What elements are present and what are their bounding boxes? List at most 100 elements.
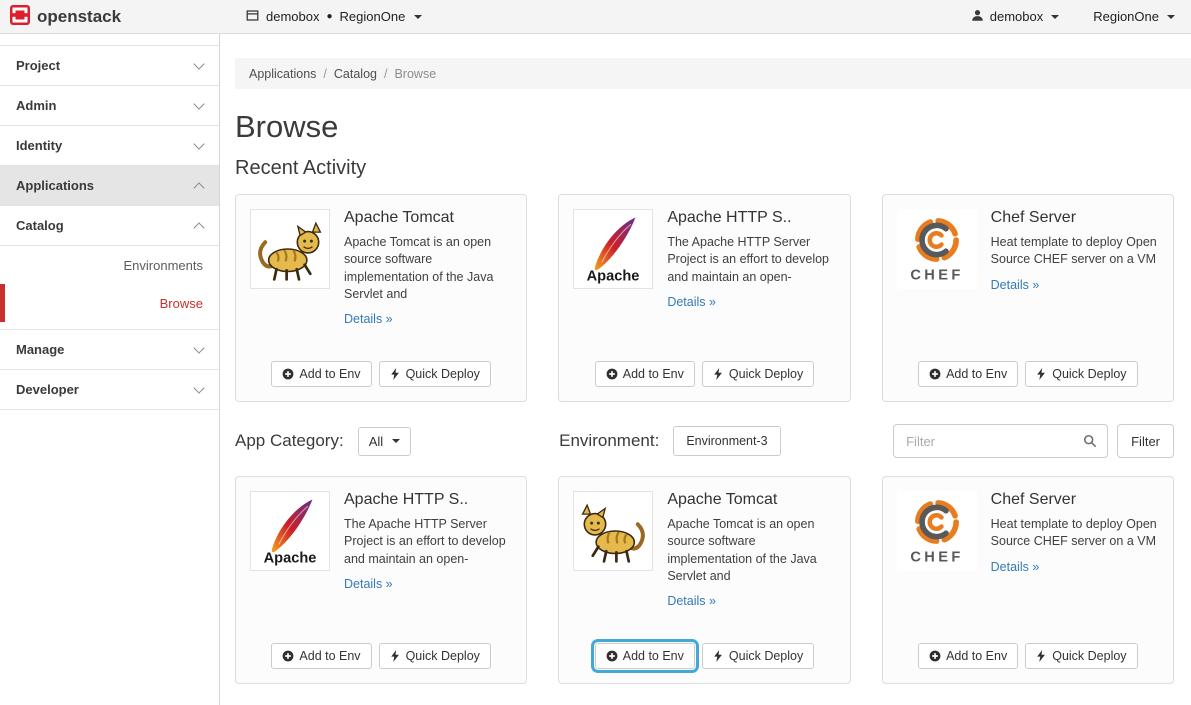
recent-activity-cards: Apache Tomcat Apache Tomcat is an open s…	[235, 194, 1174, 402]
filter-button[interactable]: Filter	[1117, 424, 1174, 458]
breadcrumb-separator: /	[323, 67, 326, 81]
add-to-env-button[interactable]: Add to Env	[595, 361, 695, 387]
app-title: Apache HTTP S..	[344, 491, 512, 509]
sidebar-item-developer[interactable]: Developer	[0, 370, 219, 410]
openstack-logo-icon	[10, 5, 30, 28]
brand-wordmark: openstack	[37, 7, 121, 27]
flash-icon	[390, 368, 401, 380]
app-card: Apache Tomcat Apache Tomcat is an open s…	[235, 194, 527, 402]
caret-down-icon	[1051, 15, 1059, 19]
filter-input[interactable]	[893, 424, 1108, 458]
environment-button[interactable]: Environment-3	[673, 426, 780, 456]
chevron-up-icon	[193, 222, 204, 233]
sidebar-item-label: Identity	[16, 138, 62, 153]
app-title: Apache Tomcat	[344, 209, 512, 227]
app-title: Apache Tomcat	[667, 491, 835, 509]
add-to-env-label: Add to Env	[299, 367, 360, 381]
sidebar-item-catalog[interactable]: Catalog	[0, 206, 219, 246]
breadcrumb-separator: /	[384, 67, 387, 81]
sidebar-item-browse[interactable]: Browse	[0, 284, 219, 322]
plus-circle-icon	[606, 650, 618, 662]
sidebar-item-manage[interactable]: Manage	[0, 330, 219, 370]
details-link[interactable]: Details »	[667, 295, 716, 309]
sidebar-item-project[interactable]: Project	[0, 46, 219, 86]
chef-logo: CHEF	[897, 209, 977, 289]
app-category-label: App Category:	[235, 431, 344, 451]
sidebar-item-label: Admin	[16, 98, 56, 113]
sidebar-item-label: Browse	[160, 296, 203, 311]
chevron-down-icon	[193, 382, 204, 393]
quick-deploy-button[interactable]: Quick Deploy	[379, 361, 491, 387]
caret-down-icon	[414, 15, 422, 19]
user-menu[interactable]: demobox	[971, 9, 1059, 25]
region-menu[interactable]: RegionOne	[1093, 9, 1175, 24]
breadcrumb-link-catalog[interactable]: Catalog	[334, 67, 377, 81]
app-description: The Apache HTTP Server Project is an eff…	[344, 516, 512, 568]
breadcrumb-link-applications[interactable]: Applications	[249, 67, 316, 81]
breadcrumb: Applications / Catalog / Browse	[235, 58, 1191, 89]
breadcrumb-current: Browse	[394, 67, 436, 81]
sidebar-item-admin[interactable]: Admin	[0, 86, 219, 126]
quick-deploy-button[interactable]: Quick Deploy	[702, 643, 814, 669]
sidebar-item-applications[interactable]: Applications	[0, 166, 219, 206]
quick-deploy-button[interactable]: Quick Deploy	[379, 643, 491, 669]
quick-deploy-button[interactable]: Quick Deploy	[1025, 643, 1137, 669]
quick-deploy-button[interactable]: Quick Deploy	[1025, 361, 1137, 387]
sidebar-item-label: Applications	[16, 178, 94, 193]
add-to-env-button[interactable]: Add to Env	[271, 643, 371, 669]
app-card: Apache Apache HTTP S.. The Apache HTTP S…	[235, 476, 527, 684]
add-to-env-button-highlighted[interactable]: Add to Env	[595, 643, 695, 669]
add-to-env-label: Add to Env	[946, 649, 1007, 663]
plus-circle-icon	[282, 368, 294, 380]
app-description: Heat template to deploy Open Source CHEF…	[991, 516, 1159, 551]
sidebar-top-divider	[0, 34, 219, 46]
main-content: Applications / Catalog / Browse Browse R…	[220, 34, 1191, 705]
add-to-env-label: Add to Env	[299, 649, 360, 663]
add-to-env-button[interactable]: Add to Env	[918, 361, 1018, 387]
app-title: Chef Server	[991, 209, 1159, 227]
sidebar-item-environments[interactable]: Environments	[0, 246, 219, 284]
app-category-dropdown[interactable]: All	[358, 427, 411, 456]
add-to-env-button[interactable]: Add to Env	[271, 361, 371, 387]
sidebar-item-identity[interactable]: Identity	[0, 126, 219, 166]
flash-icon	[1036, 650, 1047, 662]
quick-deploy-button[interactable]: Quick Deploy	[702, 361, 814, 387]
app-title: Apache HTTP S..	[667, 209, 835, 227]
details-link[interactable]: Details »	[991, 560, 1040, 574]
app-card: CHEF Chef Server Heat template to deploy…	[882, 194, 1174, 402]
plus-circle-icon	[929, 368, 941, 380]
flash-icon	[713, 368, 724, 380]
apache-logo: Apache	[573, 209, 653, 289]
details-link[interactable]: Details »	[667, 594, 716, 608]
quick-deploy-label: Quick Deploy	[1052, 367, 1126, 381]
quick-deploy-label: Quick Deploy	[406, 649, 480, 663]
details-link[interactable]: Details »	[991, 278, 1040, 292]
add-to-env-label: Add to Env	[623, 367, 684, 381]
context-project-name: demobox	[266, 9, 319, 24]
quick-deploy-label: Quick Deploy	[729, 367, 803, 381]
section-title: Recent Activity	[235, 157, 1191, 180]
project-icon	[246, 9, 259, 25]
plus-circle-icon	[606, 368, 618, 380]
page-title: Browse	[235, 109, 1191, 145]
details-link[interactable]: Details »	[344, 577, 393, 591]
flash-icon	[713, 650, 724, 662]
add-to-env-button[interactable]: Add to Env	[918, 643, 1018, 669]
plus-circle-icon	[282, 650, 294, 662]
sidebar-item-label: Environments	[124, 258, 203, 273]
app-card: CHEF Chef Server Heat template to deploy…	[882, 476, 1174, 684]
quick-deploy-label: Quick Deploy	[1052, 649, 1126, 663]
user-menu-label: demobox	[990, 9, 1043, 24]
tomcat-logo	[573, 491, 653, 571]
app-card: Apache Tomcat Apache Tomcat is an open s…	[558, 476, 850, 684]
project-region-switcher[interactable]: demobox ● RegionOne	[246, 9, 422, 25]
app-bar: openstack demobox ● RegionOne demobox Re…	[0, 0, 1191, 34]
caret-down-icon	[392, 439, 400, 443]
sidebar: Project Admin Identity Applications Cata…	[0, 34, 220, 705]
filter-input-group	[893, 424, 1108, 458]
sidebar-item-label: Project	[16, 58, 60, 73]
search-icon	[1083, 434, 1097, 451]
details-link[interactable]: Details »	[344, 312, 393, 326]
app-title: Chef Server	[991, 491, 1159, 509]
tomcat-logo	[250, 209, 330, 289]
